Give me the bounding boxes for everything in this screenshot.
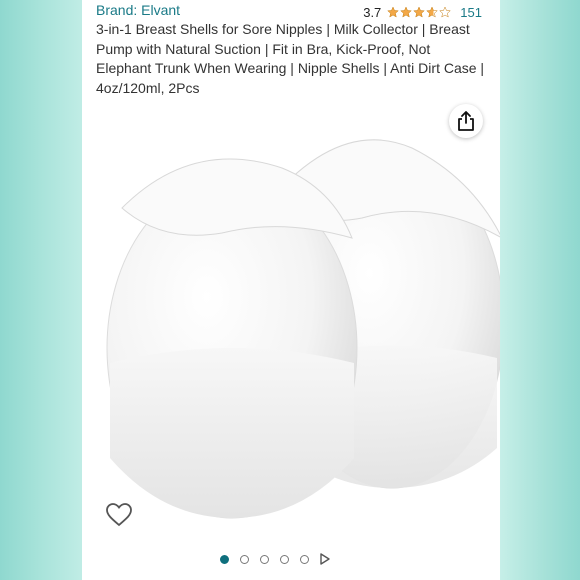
star-empty-icon (439, 6, 452, 18)
share-button[interactable] (449, 104, 483, 138)
rating-summary[interactable]: 3.7 151 (363, 2, 482, 22)
gallery-dot[interactable] (260, 554, 269, 564)
gallery-dot[interactable] (220, 554, 229, 564)
front-shell (106, 158, 358, 519)
rating-count[interactable]: 151 (460, 5, 482, 20)
gallery-dot[interactable] (240, 554, 249, 564)
gallery-dot[interactable] (280, 554, 289, 564)
rating-value: 3.7 (363, 4, 382, 20)
product-title: 3-in-1 Breast Shells for Sore Nipples | … (96, 21, 485, 96)
rating-stars (387, 6, 452, 18)
brand-link[interactable]: Brand: Elvant (96, 2, 180, 18)
share-icon (458, 111, 474, 131)
product-card: Brand: Elvant 3.7 151 3-in-1 Breast Shel… (82, 0, 500, 580)
star-icon (400, 6, 413, 18)
play-icon[interactable] (320, 553, 330, 565)
star-icon (413, 6, 426, 18)
heart-icon[interactable] (106, 503, 132, 527)
gallery-pagination (220, 552, 330, 566)
brand-rating-row: Brand: Elvant 3.7 151 (96, 2, 490, 22)
star-half-icon (426, 6, 439, 18)
star-icon (387, 6, 400, 18)
product-image[interactable] (82, 108, 500, 528)
gallery-dot[interactable] (300, 554, 309, 564)
